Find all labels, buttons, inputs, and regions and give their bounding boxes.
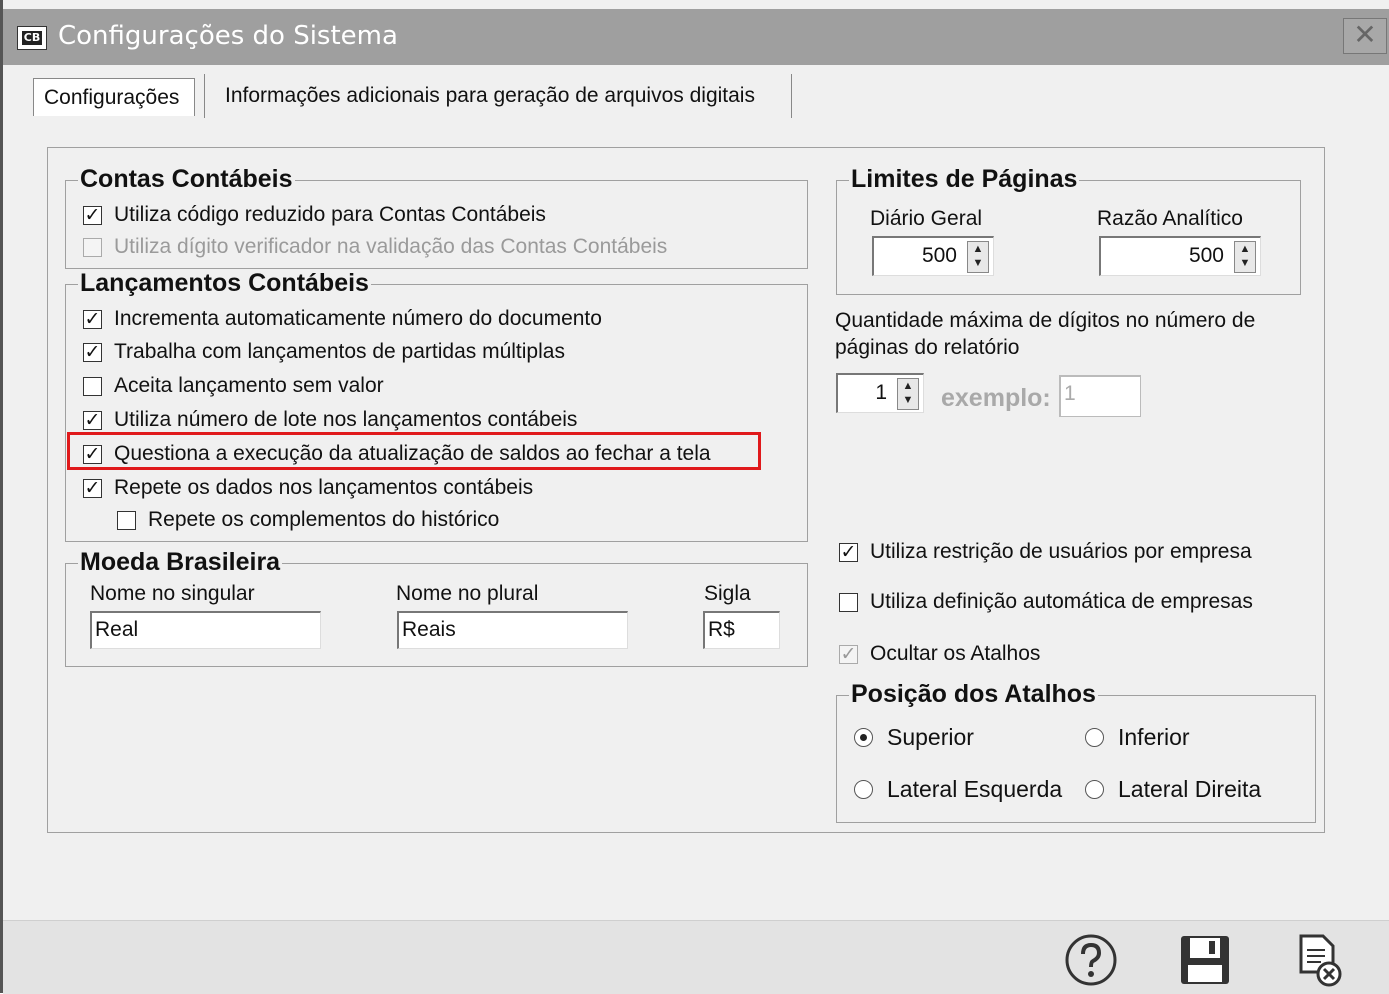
checkbox-box: ✓ xyxy=(839,643,858,665)
radio-label: Inferior xyxy=(1118,724,1190,750)
checkbox-label: Utiliza código reduzido para Contas Cont… xyxy=(114,203,546,226)
group-posicao-atalhos: Posição dos Atalhos xyxy=(836,680,1316,823)
window-title: Configurações do Sistema xyxy=(58,21,398,51)
radio-button[interactable] xyxy=(854,728,873,747)
checkbox-box[interactable]: ✓ xyxy=(839,542,858,562)
group-title: Limites de Páginas xyxy=(849,165,1080,194)
checkbox-box[interactable] xyxy=(83,376,102,396)
group-title: Contas Contábeis xyxy=(78,165,295,194)
app-icon: CB xyxy=(17,26,47,50)
checkbox-ocultar-atalhos: ✓ Ocultar os Atalhos xyxy=(839,642,1040,666)
checkbox-partidas-multiplas[interactable]: ✓ Trabalha com lançamentos de partidas m… xyxy=(83,340,565,364)
label-sigla: Sigla xyxy=(704,582,751,605)
radio-label: Superior xyxy=(887,724,974,750)
radio-label: Lateral Direita xyxy=(1118,776,1262,802)
checkbox-label: Utiliza dígito verificador na validação … xyxy=(114,235,668,258)
checkbox-label: Repete os complementos do histórico xyxy=(148,508,500,531)
checkbox-label: Trabalha com lançamentos de partidas múl… xyxy=(114,340,565,363)
radio-inferior[interactable]: Inferior xyxy=(1085,724,1190,751)
radio-button[interactable] xyxy=(854,780,873,799)
group-title: Lançamentos Contábeis xyxy=(78,269,371,298)
spinner-arrows-icon[interactable]: ▲ ▼ xyxy=(897,378,919,410)
label-exemplo: exemplo: xyxy=(941,384,1051,412)
floppy-disk-icon xyxy=(1181,936,1229,984)
tab-separator xyxy=(204,74,205,118)
checkbox-box[interactable]: ✓ xyxy=(83,478,102,498)
checkbox-label: Utiliza restrição de usuários por empres… xyxy=(870,540,1252,563)
group-title: Posição dos Atalhos xyxy=(849,680,1098,709)
spinner-value: 500 xyxy=(921,244,957,267)
help-button[interactable] xyxy=(1063,932,1119,988)
input-nome-singular[interactable]: Real xyxy=(90,611,321,649)
spinner-value: 1 xyxy=(875,381,887,404)
radio-lateral-esquerda[interactable]: Lateral Esquerda xyxy=(854,776,1062,803)
label-nome-plural: Nome no plural xyxy=(396,582,539,605)
label-razao-analitico: Razão Analítico xyxy=(1097,207,1243,230)
tab-informacoes-adicionais[interactable]: Informações adicionais para geração de a… xyxy=(215,76,765,116)
title-bar[interactable]: CB Configurações do Sistema ✕ xyxy=(3,9,1389,65)
spinner-arrows-icon[interactable]: ▲ ▼ xyxy=(1234,241,1256,273)
group-title: Moeda Brasileira xyxy=(78,548,283,577)
input-sigla[interactable]: R$ xyxy=(703,611,780,649)
input-exemplo: 1 xyxy=(1059,375,1141,417)
checkbox-label: Utiliza definição automática de empresas xyxy=(870,590,1253,613)
label-digitos-paginas: Quantidade máxima de dígitos no número d… xyxy=(835,309,1256,359)
checkbox-restricao-usuarios[interactable]: ✓ Utiliza restrição de usuários por empr… xyxy=(839,540,1252,564)
checkbox-box[interactable]: ✓ xyxy=(83,410,102,430)
checkbox-box[interactable]: ✓ xyxy=(83,342,102,362)
close-button[interactable]: ✕ xyxy=(1343,18,1387,54)
highlight-box xyxy=(67,432,761,470)
document-close-icon xyxy=(1299,934,1342,987)
checkbox-incrementa-documento[interactable]: ✓ Incrementa automaticamente número do d… xyxy=(83,307,602,331)
checkbox-box[interactable]: ✓ xyxy=(83,205,102,225)
checkbox-codigo-reduzido[interactable]: ✓ Utiliza código reduzido para Contas Co… xyxy=(83,203,546,227)
cancel-button[interactable] xyxy=(1291,932,1347,988)
radio-button[interactable] xyxy=(1085,780,1104,799)
radio-label: Lateral Esquerda xyxy=(887,776,1063,802)
checkbox-box[interactable] xyxy=(839,592,858,612)
radio-lateral-direita[interactable]: Lateral Direita xyxy=(1085,776,1261,803)
radio-button[interactable] xyxy=(1085,728,1104,747)
label-diario-geral: Diário Geral xyxy=(870,207,983,230)
help-icon xyxy=(1065,934,1117,986)
checkbox-repete-dados[interactable]: ✓ Repete os dados nos lançamentos contáb… xyxy=(83,476,533,500)
settings-window: CB Configurações do Sistema ✕ Configuraç… xyxy=(0,0,1389,994)
checkbox-box[interactable]: ✓ xyxy=(83,309,102,329)
spinner-diario-geral[interactable]: 500 ▲ ▼ xyxy=(872,236,994,276)
checkbox-lancamento-sem-valor[interactable]: Aceita lançamento sem valor xyxy=(83,374,384,398)
checkbox-definicao-automatica[interactable]: Utiliza definição automática de empresas xyxy=(839,590,1253,614)
radio-superior[interactable]: Superior xyxy=(854,724,974,751)
input-nome-plural[interactable]: Reais xyxy=(397,611,628,649)
checkbox-digito-verificador: Utiliza dígito verificador na validação … xyxy=(83,235,667,259)
checkbox-label: Utiliza número de lote nos lançamentos c… xyxy=(114,408,578,431)
checkbox-label: Repete os dados nos lançamentos contábei… xyxy=(114,476,534,499)
tab-configuracoes[interactable]: Configurações xyxy=(33,78,195,116)
tab-separator xyxy=(791,74,792,118)
checkbox-label: Incrementa automaticamente número do doc… xyxy=(114,307,602,330)
spinner-razao-analitico[interactable]: 500 ▲ ▼ xyxy=(1099,236,1261,276)
label-nome-singular: Nome no singular xyxy=(90,582,255,605)
checkbox-label: Ocultar os Atalhos xyxy=(870,642,1041,665)
spinner-value: 500 xyxy=(1188,244,1224,267)
checkbox-box xyxy=(83,237,102,257)
checkbox-repete-complementos[interactable]: Repete os complementos do histórico xyxy=(117,508,499,532)
checkbox-box[interactable] xyxy=(117,510,136,530)
checkbox-label: Aceita lançamento sem valor xyxy=(114,374,384,397)
spinner-arrows-icon[interactable]: ▲ ▼ xyxy=(967,241,989,273)
spinner-digitos[interactable]: 1 ▲ ▼ xyxy=(836,373,924,413)
checkbox-numero-lote[interactable]: ✓ Utiliza número de lote nos lançamentos… xyxy=(83,408,577,432)
save-button[interactable] xyxy=(1177,932,1233,988)
